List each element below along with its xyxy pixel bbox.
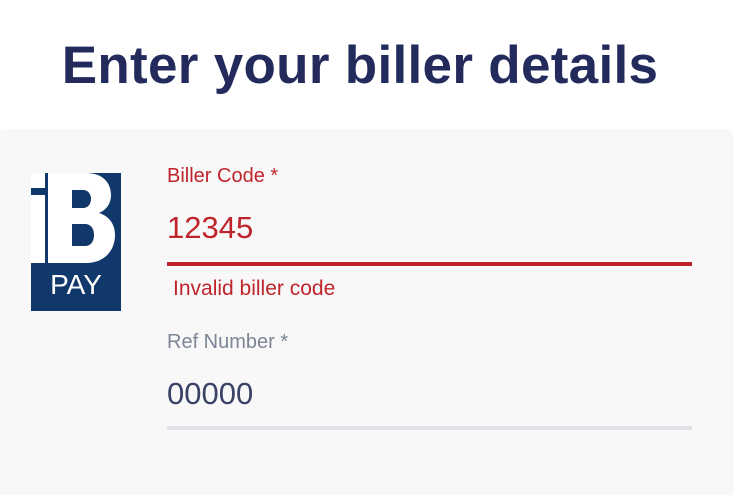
ref-number-input[interactable]: [167, 374, 692, 414]
biller-code-error: Invalid biller code: [173, 277, 336, 300]
page: Enter your biller details PAY Biller Cod…: [0, 0, 753, 495]
ref-number-label: Ref Number *: [167, 331, 289, 353]
biller-code-field: Biller Code * Invalid biller code: [167, 164, 692, 302]
bpay-logo-text: PAY: [50, 269, 102, 300]
biller-code-input[interactable]: [167, 208, 692, 248]
ref-number-underline: [167, 426, 692, 430]
page-title: Enter your biller details: [61, 36, 659, 95]
ref-number-field: Ref Number *: [167, 330, 692, 430]
biller-code-underline: [167, 262, 692, 266]
biller-code-label: Biller Code *: [167, 165, 279, 187]
bpay-logo: PAY: [31, 173, 121, 311]
